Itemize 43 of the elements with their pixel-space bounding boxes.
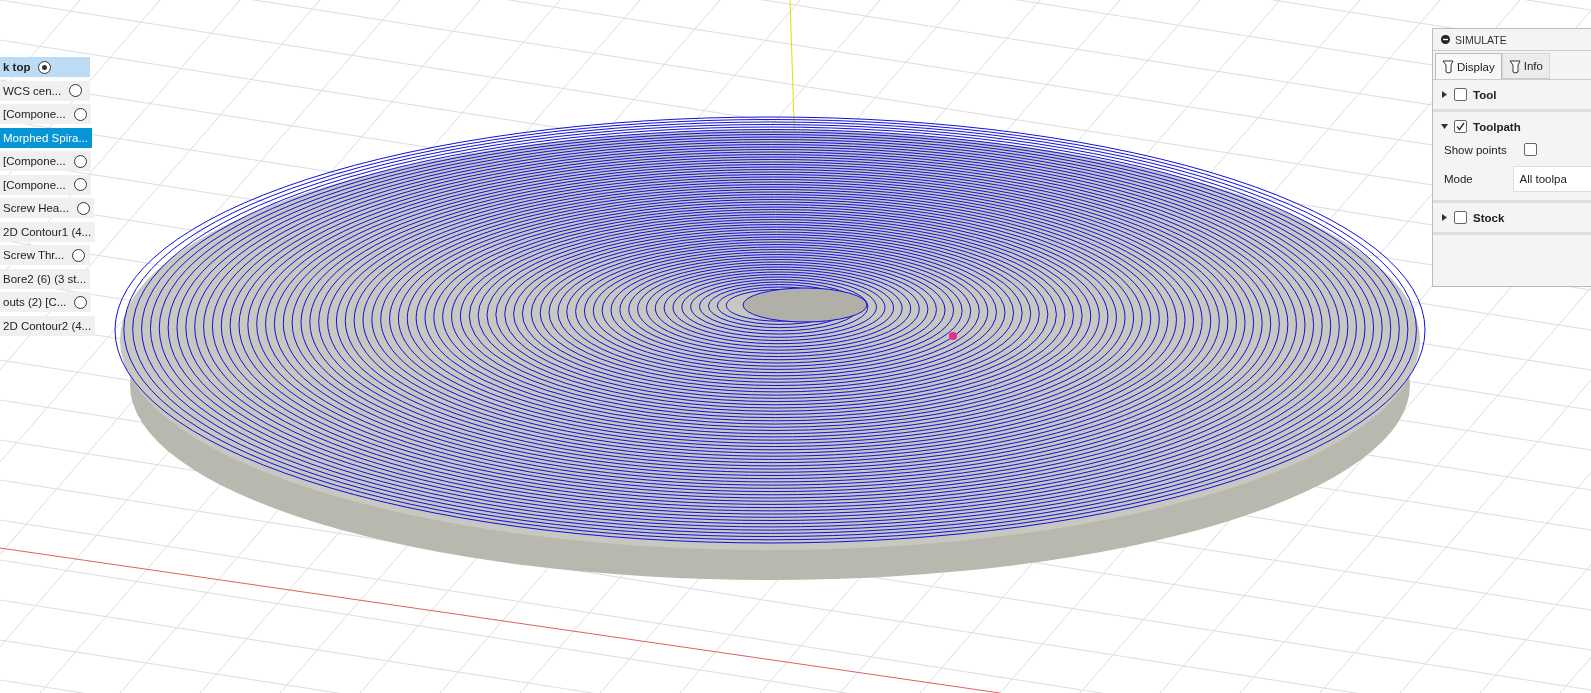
radio-button[interactable]	[73, 107, 87, 121]
caret-right-icon[interactable]	[1441, 214, 1448, 221]
item-label: [Compone...	[3, 108, 66, 120]
setup-list-item[interactable]: Screw Thr...	[0, 245, 90, 265]
item-label: [Compone...	[3, 178, 66, 191]
collapse-icon[interactable]	[1441, 35, 1450, 44]
panel-tab[interactable]: Display	[1435, 53, 1502, 79]
setup-list-item[interactable]: [Compone...	[0, 104, 91, 124]
checkbox[interactable]	[1454, 211, 1467, 224]
radio-button[interactable]	[69, 84, 83, 97]
item-label: Screw Thr...	[3, 249, 65, 261]
setup-list-item[interactable]: k top	[0, 57, 90, 77]
section-label: Stock	[1473, 211, 1505, 224]
show-points-label: Show points	[1444, 143, 1508, 156]
radio-button[interactable]	[73, 178, 87, 191]
setup-list-item[interactable]: [Compone...	[0, 174, 91, 195]
radio-button[interactable]	[76, 201, 90, 215]
item-label: outs (2) [C...	[3, 296, 67, 308]
mode-dropdown[interactable]: All toolpa	[1512, 166, 1591, 192]
radio-button[interactable]	[72, 248, 86, 262]
panel-title: SIMULATE	[1455, 33, 1507, 46]
item-label: Screw Hea...	[3, 202, 69, 214]
radio-button[interactable]	[73, 154, 87, 168]
checkbox[interactable]	[1454, 120, 1467, 133]
checkbox[interactable]	[1524, 143, 1537, 156]
setup-list-item[interactable]: WCS cen...	[0, 80, 90, 101]
section-label: Tool	[1473, 88, 1497, 101]
item-label: [Compone...	[3, 155, 66, 167]
setup-list-item[interactable]: outs (2) [C...	[0, 292, 92, 312]
checkbox[interactable]	[1454, 88, 1467, 101]
radio-button[interactable]	[74, 295, 88, 309]
tool-icon	[1508, 58, 1521, 74]
caret-down-icon[interactable]	[1441, 123, 1448, 130]
radio-button[interactable]	[38, 60, 52, 74]
mode-label: Mode	[1444, 173, 1474, 185]
section-label: Toolpath	[1473, 120, 1521, 133]
item-label: WCS cen...	[3, 84, 62, 97]
setup-list-item[interactable]: [Compone...	[0, 151, 91, 171]
panel-tab[interactable]: Info	[1501, 53, 1550, 79]
item-label: k top	[3, 61, 31, 73]
setup-list-item[interactable]: Screw Hea...	[0, 198, 94, 218]
tool-icon	[1442, 59, 1454, 74]
caret-right-icon[interactable]	[1441, 91, 1448, 98]
